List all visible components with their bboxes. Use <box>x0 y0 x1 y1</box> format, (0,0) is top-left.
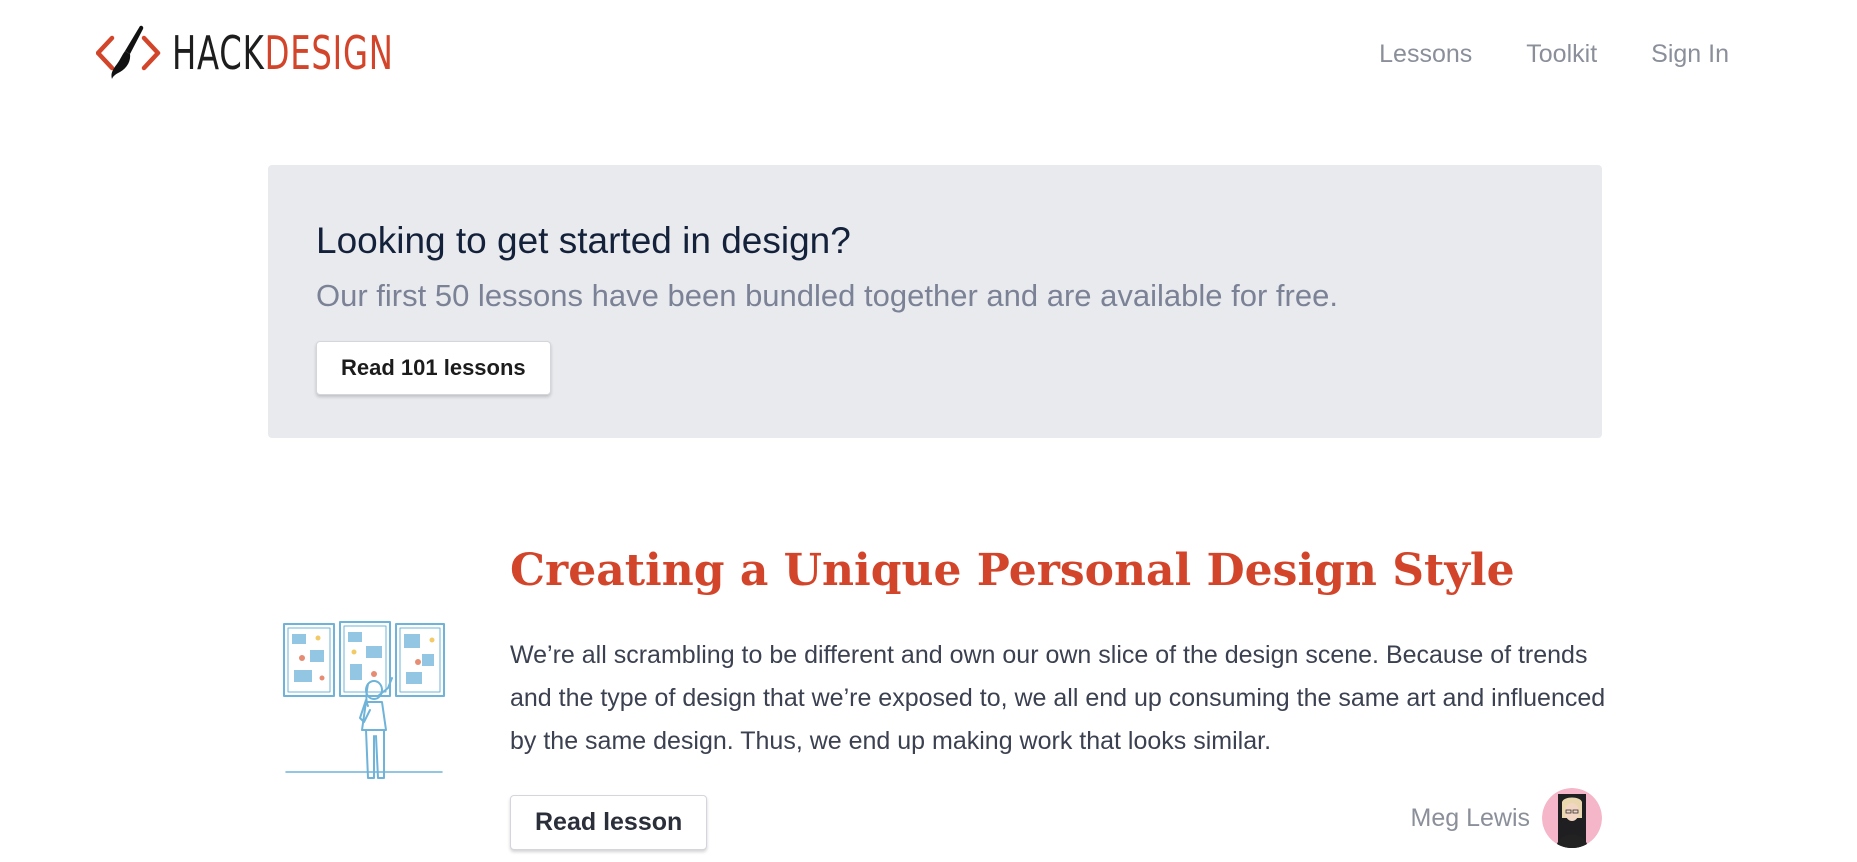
main-nav: Lessons Toolkit Sign In <box>1379 40 1729 69</box>
read-101-lessons-button[interactable]: Read 101 lessons <box>316 340 551 395</box>
logo-text-hack: HACK <box>172 26 265 80</box>
promo-title: Looking to get started in design? <box>316 220 851 261</box>
lesson-description: We’re all scrambling to be different and… <box>510 641 1606 755</box>
nav-sign-in[interactable]: Sign In <box>1651 40 1729 69</box>
logo-link[interactable]: HACKDESIGN <box>96 24 456 82</box>
author-name: Meg Lewis <box>1410 803 1531 832</box>
code-brackets-paintbrush-icon <box>96 25 161 79</box>
promo-subtitle: Our first 50 lessons have been bundled t… <box>316 278 1338 314</box>
promo-banner: Looking to get started in design? Our fi… <box>268 165 1602 438</box>
lesson-title[interactable]: Creating a Unique Personal Design Style <box>510 540 1515 602</box>
nav-toolkit[interactable]: Toolkit <box>1526 40 1597 69</box>
avatar <box>1542 788 1602 848</box>
nav-lessons[interactable]: Lessons <box>1379 40 1472 69</box>
lesson-card: Creating a Unique Personal Design Style … <box>268 540 1605 862</box>
logo-wordmark: HACKDESIGN <box>172 30 394 76</box>
read-lesson-button[interactable]: Read lesson <box>510 795 708 850</box>
person-looking-at-art-illustration <box>283 621 445 779</box>
page: HACKDESIGN Lessons Toolkit Sign In Looki… <box>0 0 1857 862</box>
logo-text-design: DESIGN <box>264 26 394 80</box>
site-header: HACKDESIGN Lessons Toolkit Sign In <box>0 0 1857 110</box>
author-info: Meg Lewis <box>1410 788 1602 848</box>
